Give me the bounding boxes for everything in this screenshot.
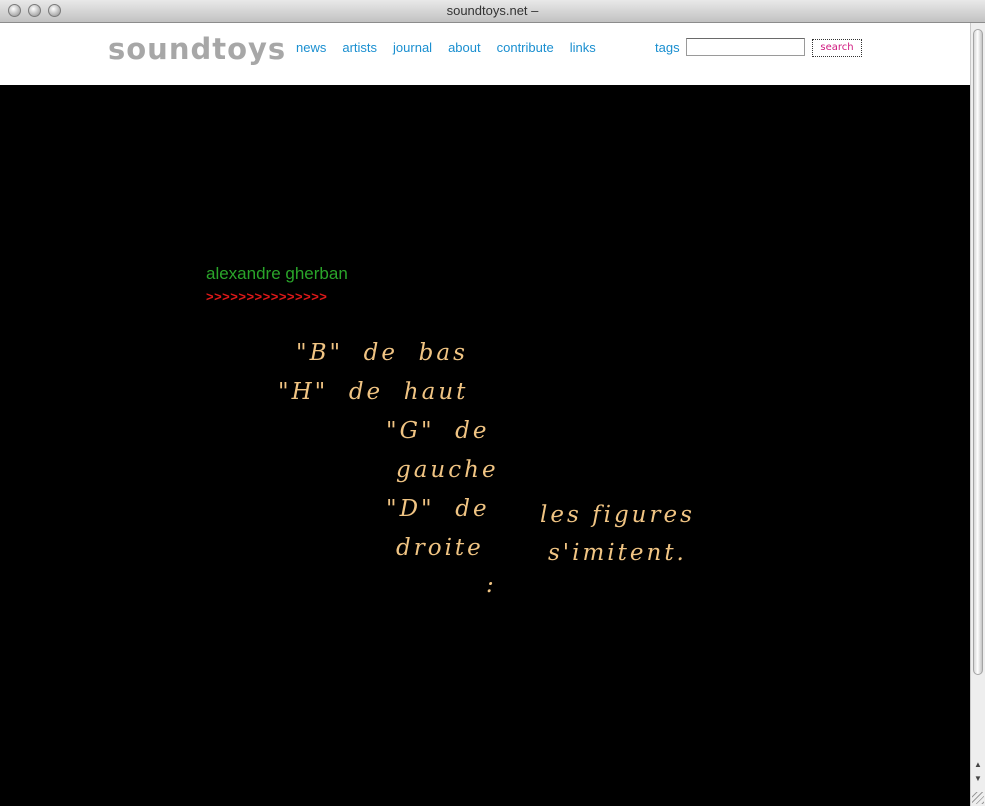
nav-links-link[interactable]: links (570, 40, 596, 56)
nav-contribute-link[interactable]: contribute (497, 40, 554, 56)
site-header: soundtoys news artists journal about con… (0, 23, 970, 85)
artwork-area: alexandre gherban >>>>>>>>>>>>>>> "B" de… (0, 86, 970, 806)
poem-line: : (486, 572, 497, 598)
artist-name-link[interactable]: alexandre gherban (206, 264, 348, 284)
tags-label: tags (655, 40, 680, 55)
poem-line: "B" de bas (296, 340, 468, 366)
window-title: soundtoys.net – (446, 3, 539, 18)
scroll-up-arrow-icon[interactable]: ▲ (973, 759, 983, 771)
arrow-decoration: >>>>>>>>>>>>>>> (206, 289, 328, 304)
poem-line: les figures (540, 502, 695, 528)
poem-line: "D" de (386, 496, 490, 522)
nav-news-link[interactable]: news (296, 40, 326, 56)
title-bar[interactable]: soundtoys.net – (0, 0, 985, 23)
poem-line: s'imitent. (548, 540, 687, 566)
poem-line: "G" de (386, 418, 490, 444)
scroll-thumb[interactable] (973, 29, 983, 675)
resize-grip-icon[interactable] (972, 792, 984, 804)
soundtoys-logo[interactable]: soundtoys (108, 32, 286, 66)
browser-window: soundtoys.net – soundtoys news artists j… (0, 0, 985, 806)
nav-about-link[interactable]: about (448, 40, 481, 56)
poem-line: droite (396, 535, 484, 561)
main-nav: news artists journal about contribute li… (296, 40, 596, 56)
nav-artists-link[interactable]: artists (342, 40, 377, 56)
poem-line: gauche (396, 457, 499, 483)
vertical-scrollbar[interactable]: ▲ ▼ (970, 23, 985, 806)
nav-journal-link[interactable]: journal (393, 40, 432, 56)
tags-search-input[interactable] (686, 38, 805, 56)
scroll-down-arrow-icon[interactable]: ▼ (973, 773, 983, 785)
poem-line: "H" de haut (278, 379, 469, 405)
search-button[interactable]: search (812, 39, 862, 57)
